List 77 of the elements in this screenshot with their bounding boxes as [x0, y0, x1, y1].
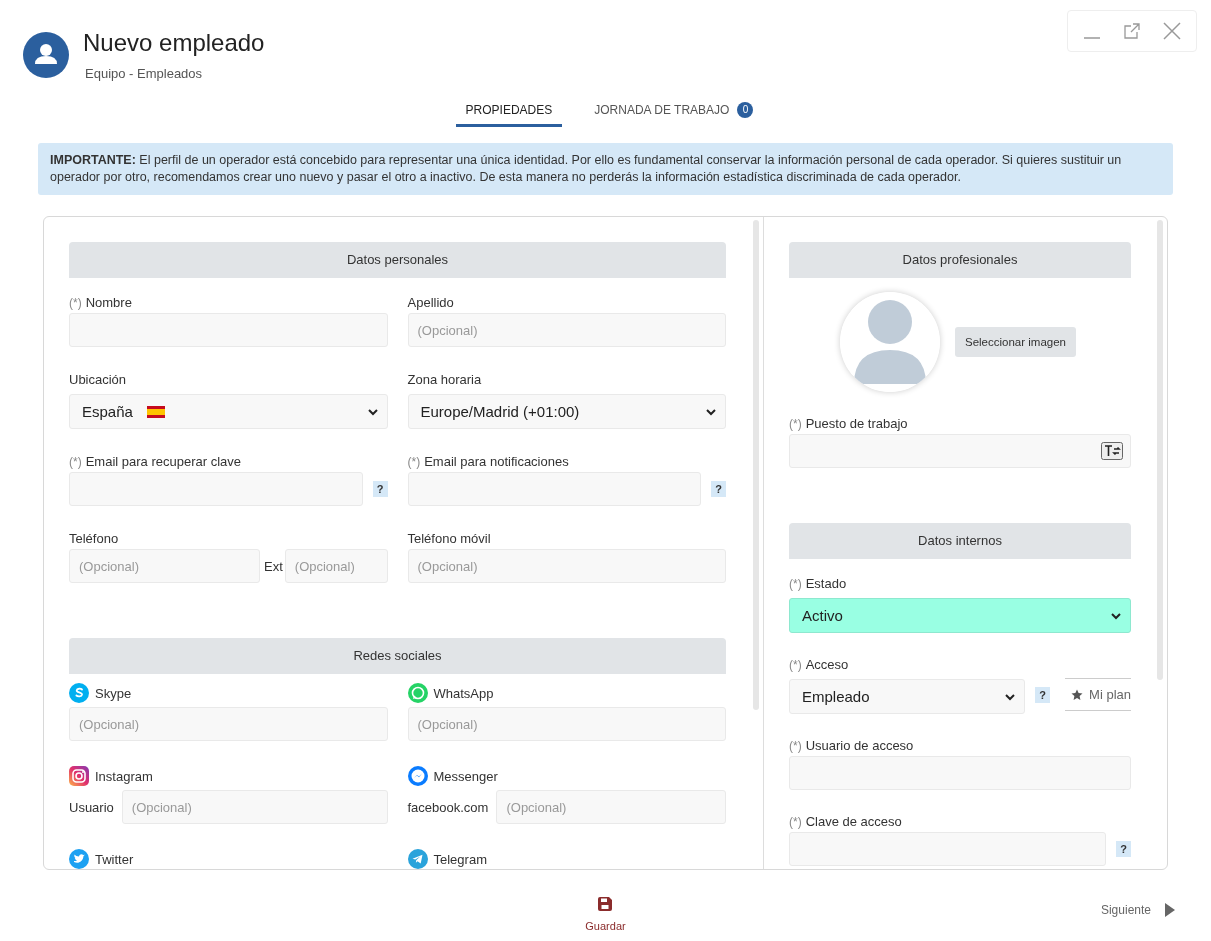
scrollbar[interactable]: [1157, 220, 1163, 680]
field-label: Teléfono: [69, 531, 119, 546]
avatar-silhouette-icon: [840, 292, 940, 392]
field-label: Apellido: [407, 295, 454, 310]
notice-message: IMPORTANTE: El perfil de un operador está concebido para representar una única identidad. Por ello es fundamental conservar la información personal de cada operador. Si quieres sustituir un operador por otro, recomendamos crear uno nuevo y pasar el otro a inactivo. De esta manera no perderás la información estadística discriminada de cada operador.: [38, 143, 1173, 195]
field-label: Ext: [264, 558, 283, 574]
section-header: Datos personales: [69, 242, 726, 278]
scrollbar[interactable]: [753, 220, 759, 710]
required-marker: (*): [789, 657, 802, 672]
dropdown[interactable]: Empleado: [789, 679, 1026, 714]
skype-icon: [69, 683, 89, 703]
required-marker: (*): [789, 416, 802, 431]
external-link-icon[interactable]: [1122, 21, 1142, 41]
required-marker: (*): [69, 454, 82, 469]
field-label: Teléfono móvil: [407, 531, 491, 546]
instagram-icon: [69, 766, 89, 786]
user-avatar-icon: [23, 32, 69, 78]
close-icon[interactable]: [1162, 21, 1182, 41]
text-format-icon: [1101, 442, 1123, 460]
field-label: Usuario de acceso: [805, 738, 914, 753]
tab[interactable]: PROPIEDADES: [455, 95, 563, 127]
field-label: Telegram: [433, 851, 487, 867]
dropdown[interactable]: Activo: [789, 598, 1131, 633]
field-label: Puesto de trabajo: [805, 416, 908, 431]
field-label: Nombre: [85, 295, 132, 310]
field-label: Usuario: [69, 799, 114, 815]
field-label: WhatsApp: [433, 685, 494, 701]
input-field[interactable]: (Opcional): [284, 549, 388, 583]
select-image-button[interactable]: Seleccionar imagen: [955, 327, 1076, 357]
whatsapp-icon: [407, 683, 428, 703]
field-label: facebook.com: [407, 799, 489, 815]
input-field[interactable]: (Opcional): [496, 790, 726, 824]
bird-icon: [69, 849, 89, 869]
breadcrumb: Equipo - Empleados: [85, 66, 204, 81]
dropdown[interactable]: Europe/Madrid (+01:00): [407, 394, 726, 429]
required-marker: (*): [407, 454, 421, 469]
required-marker: (*): [789, 738, 802, 753]
save-button[interactable]: Guardar: [581, 892, 630, 936]
play-icon: [1165, 903, 1175, 917]
field-label: Zona horaria: [407, 372, 482, 387]
count-badge: 0: [737, 101, 754, 118]
field-label: Clave de acceso: [805, 814, 902, 829]
window-title: Nuevo empleado: [83, 30, 266, 56]
field-label: Skype: [95, 685, 132, 701]
required-marker: (*): [789, 814, 802, 829]
paper-plane-icon: [407, 849, 428, 869]
input-field[interactable]: (Opcional): [407, 313, 726, 347]
help-button[interactable]: ?: [1116, 841, 1131, 857]
input-field[interactable]: (Opcional): [407, 707, 726, 741]
input-field[interactable]: (Opcional): [407, 549, 726, 583]
field-label: Estado: [805, 576, 847, 591]
my-plan-button[interactable]: Mi plan: [1065, 678, 1131, 711]
field-label: Messenger: [433, 768, 498, 784]
next-button[interactable]: Siguiente: [1094, 902, 1181, 918]
section-header: Datos profesionales: [789, 242, 1131, 278]
input-field[interactable]: (Opcional): [69, 549, 260, 583]
star-icon: [1071, 688, 1084, 701]
field-label: Ubicación: [69, 372, 127, 387]
tab[interactable]: JORNADA DE TRABAJO 0: [584, 95, 764, 127]
spain-flag-icon: [146, 405, 165, 418]
field-label: Twitter: [95, 851, 134, 867]
help-button[interactable]: ?: [711, 481, 726, 497]
input-field[interactable]: (Opcional): [69, 707, 388, 741]
help-button[interactable]: ?: [1035, 686, 1051, 703]
input-field[interactable]: [789, 434, 1131, 468]
dropdown[interactable]: España: [69, 394, 388, 429]
messenger-icon: [407, 766, 428, 786]
input-field[interactable]: (Opcional): [121, 790, 388, 824]
required-marker: (*): [69, 295, 82, 310]
help-button[interactable]: ?: [372, 481, 388, 497]
field-label: Instagram: [95, 768, 153, 784]
field-label: Acceso: [805, 657, 849, 672]
field-label: Email para notificaciones: [424, 454, 569, 469]
field-label: Email para recuperar clave: [85, 454, 242, 469]
section-header: Datos internos: [789, 523, 1131, 559]
required-marker: (*): [789, 576, 802, 591]
section-header: Redes sociales: [69, 638, 726, 674]
